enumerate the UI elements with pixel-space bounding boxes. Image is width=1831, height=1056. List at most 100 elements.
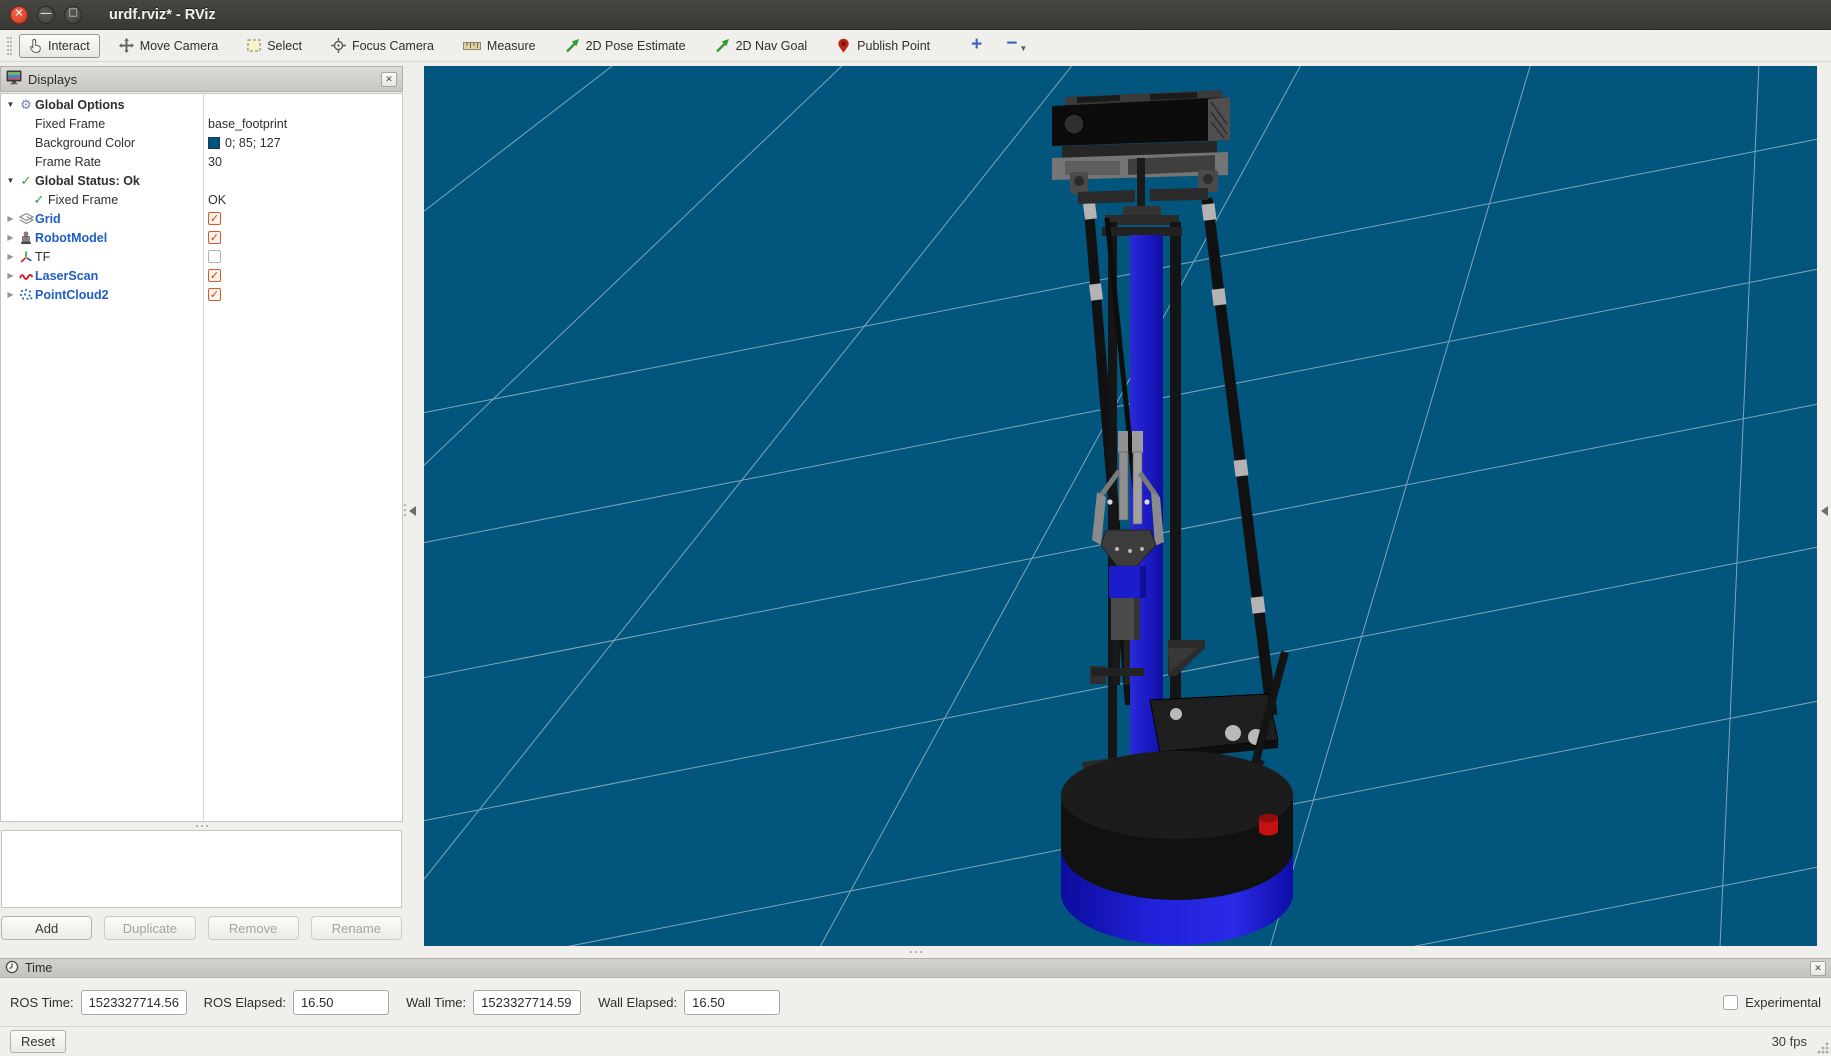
reset-button[interactable]: Reset [10,1030,66,1053]
expander-icon[interactable]: ▼ [4,176,17,185]
wall-elapsed-label: Wall Elapsed: [598,995,677,1010]
row-global-status[interactable]: ▼ ✓ Global Status: Ok [1,171,402,190]
row-fixed-frame-status[interactable]: ✓ Fixed Frame OK [1,190,402,209]
green-arrow-icon [565,38,580,53]
add-button[interactable]: Add [1,916,92,940]
expander-icon[interactable]: ▶ [4,214,17,223]
row-value[interactable]: 0; 85; 127 [203,136,402,150]
row-label: Fixed Frame [48,193,118,207]
time-panel-header[interactable]: Time ✕ [0,958,1831,978]
window-title: urdf.rviz* - RViz [109,7,216,23]
window-close-button[interactable]: ✕ [10,6,28,24]
left-splitter[interactable] [403,66,424,946]
tool-label: 2D Pose Estimate [586,39,686,53]
displays-panel: Displays ✕ ▼ ⚙ Global Options Fixed Fram… [0,66,403,946]
window-minimize-button[interactable]: — [37,6,55,24]
collapse-left-arrow-icon[interactable] [409,506,416,516]
clock-icon [5,960,19,977]
displays-panel-header[interactable]: Displays ✕ [0,66,403,92]
remove-tool-button[interactable]: − [1006,33,1017,55]
row-laserscan[interactable]: ▶ LaserScan [1,266,402,285]
row-background-color[interactable]: Background Color 0; 85; 127 [1,133,402,152]
tf-axes-icon [17,250,35,264]
tool-publish-point[interactable]: Publish Point [826,34,940,58]
expander-icon[interactable]: ▶ [4,252,17,261]
titlebar: ✕ — ☐ urdf.rviz* - RViz [0,0,1831,30]
row-tf[interactable]: ▶ TF [1,247,402,266]
expander-icon[interactable]: ▶ [4,290,17,299]
statusbar: Reset 30 fps [0,1026,1831,1056]
displays-tree[interactable]: ▼ ⚙ Global Options Fixed Frame base_foot… [0,93,403,822]
row-label: Global Status: Ok [35,174,140,188]
time-panel-title: Time [25,961,52,975]
row-label: Grid [35,212,61,226]
row-frame-rate[interactable]: Frame Rate 30 [1,152,402,171]
tool-select[interactable]: Select [237,35,312,57]
ros-elapsed-label: ROS Elapsed: [204,995,286,1010]
tool-2d-nav-goal[interactable]: 2D Nav Goal [705,34,818,57]
expander-icon[interactable]: ▶ [4,233,17,242]
pointcloud2-checkbox[interactable] [208,288,221,301]
time-close-icon[interactable]: ✕ [1810,961,1826,976]
tool-measure[interactable]: Measure [453,35,546,57]
row-grid[interactable]: ▶ Grid [1,209,402,228]
tree-desc-splitter[interactable] [0,822,403,830]
toolbar-grip[interactable] [7,37,12,55]
status-ok-check-icon: ✓ [30,192,48,208]
property-description-box [1,830,402,908]
row-fixed-frame[interactable]: Fixed Frame base_footprint [1,114,402,133]
ros-time-input[interactable] [81,990,187,1015]
move-arrows-icon [119,38,134,53]
grid-checkbox[interactable] [208,212,221,225]
render-viewport[interactable] [424,66,1817,946]
map-pin-icon [836,38,851,54]
toolbar: Interact Move Camera Select Focus Camera… [0,30,1831,62]
remove-button[interactable]: Remove [208,916,299,940]
right-splitter[interactable] [1817,66,1831,946]
tool-label: Interact [48,39,90,53]
tree-column-divider[interactable] [203,94,204,821]
add-tool-button[interactable]: + [971,34,982,56]
color-swatch[interactable] [208,137,220,149]
tool-2d-pose-estimate[interactable]: 2D Pose Estimate [555,34,696,57]
wall-time-label: Wall Time: [406,995,466,1010]
gear-icon: ⚙ [17,97,35,113]
duplicate-button[interactable]: Duplicate [104,916,195,940]
tool-label: Select [267,39,302,53]
expander-icon[interactable]: ▶ [4,271,17,280]
experimental-label: Experimental [1745,995,1821,1010]
row-label: RobotModel [35,231,107,245]
robot-icon [17,231,35,245]
resize-grip[interactable] [1816,1041,1829,1054]
time-panel-splitter[interactable] [0,946,1831,958]
displays-close-icon[interactable]: ✕ [381,72,397,87]
row-value: OK [203,193,402,207]
row-label: LaserScan [35,269,98,283]
tf-checkbox[interactable] [208,250,221,263]
row-global-options[interactable]: ▼ ⚙ Global Options [1,95,402,114]
wall-elapsed-input[interactable] [684,990,780,1015]
tool-move-camera[interactable]: Move Camera [109,34,229,57]
tool-focus-camera[interactable]: Focus Camera [321,34,444,57]
expander-icon[interactable]: ▼ [4,100,17,109]
displays-buttons: Add Duplicate Remove Rename [0,908,403,946]
tool-interact[interactable]: Interact [19,34,100,58]
wall-time-input[interactable] [473,990,581,1015]
grid-icon [17,212,35,225]
row-pointcloud2[interactable]: ▶ PointCloud2 [1,285,402,304]
window-maximize-button[interactable]: ☐ [64,6,82,24]
remove-tool-caret-icon[interactable]: ▼ [1019,44,1027,53]
collapse-right-arrow-icon[interactable] [1821,506,1828,516]
row-value[interactable]: 30 [203,155,402,169]
ros-elapsed-input[interactable] [293,990,389,1015]
hand-cursor-icon [29,38,42,54]
row-value[interactable]: base_footprint [203,117,402,131]
robotmodel-checkbox[interactable] [208,231,221,244]
experimental-checkbox[interactable] [1723,995,1738,1010]
ros-time-label: ROS Time: [10,995,74,1010]
rename-button[interactable]: Rename [311,916,402,940]
laserscan-checkbox[interactable] [208,269,221,282]
row-robotmodel[interactable]: ▶ RobotModel [1,228,402,247]
displays-icon [6,70,22,88]
row-label: PointCloud2 [35,288,109,302]
